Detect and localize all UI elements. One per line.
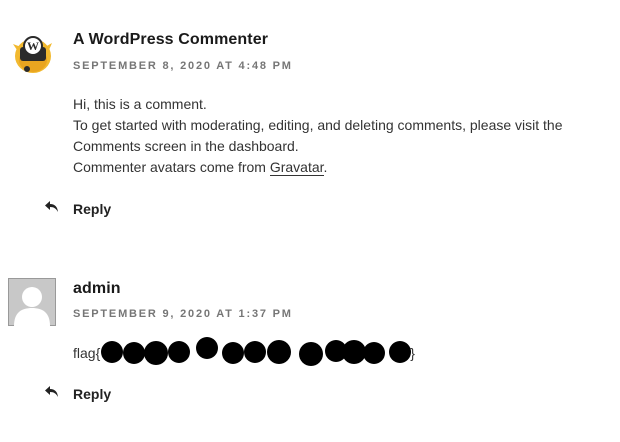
reply-arrow-icon	[44, 385, 73, 402]
comment-content: Hi, this is a comment. To get started wi…	[73, 94, 603, 178]
reply-arrow-icon	[44, 200, 73, 217]
redaction-dot	[168, 341, 190, 363]
comment-line: Comments screen in the dashboard.	[73, 138, 299, 154]
default-person-avatar-icon	[8, 278, 56, 326]
flag-prefix: flag{	[73, 345, 101, 361]
comment-line: To get started with moderating, editing,…	[73, 117, 563, 133]
comment-author[interactable]: admin	[73, 280, 121, 298]
comment-line-text: Commenter avatars come from	[73, 159, 270, 175]
comment-date[interactable]: September 9, 2020 at 1:37 pm	[73, 308, 293, 320]
redaction-dot	[389, 341, 411, 363]
reply-label: Reply	[73, 200, 112, 217]
svg-text:W: W	[27, 39, 39, 53]
redaction-dot	[244, 341, 266, 363]
redaction-dot	[123, 342, 145, 364]
redaction-dot	[222, 342, 244, 364]
comment-line: Hi, this is a comment.	[73, 96, 207, 112]
redaction-dot	[299, 342, 323, 366]
comment-line: Commenter avatars come from Gravatar.	[73, 157, 603, 178]
redaction-dot	[267, 340, 291, 364]
avatar: W	[12, 30, 52, 76]
reply-label: Reply	[73, 385, 112, 402]
gravatar-link[interactable]: Gravatar	[269, 159, 324, 176]
redaction-dot	[144, 341, 168, 365]
comment-author[interactable]: A WordPress Commenter	[73, 31, 268, 49]
redaction-dot	[196, 337, 218, 359]
redaction-dot	[101, 341, 123, 363]
avatar	[8, 278, 56, 326]
wordpress-logo-avatar-icon: W	[13, 36, 52, 73]
reply-button[interactable]: Reply	[44, 200, 111, 217]
comment-line-punct: .	[323, 159, 328, 175]
reply-button[interactable]: Reply	[44, 385, 111, 402]
comment-date[interactable]: September 8, 2020 at 4:48 pm	[73, 60, 293, 72]
redaction-dot	[363, 342, 385, 364]
